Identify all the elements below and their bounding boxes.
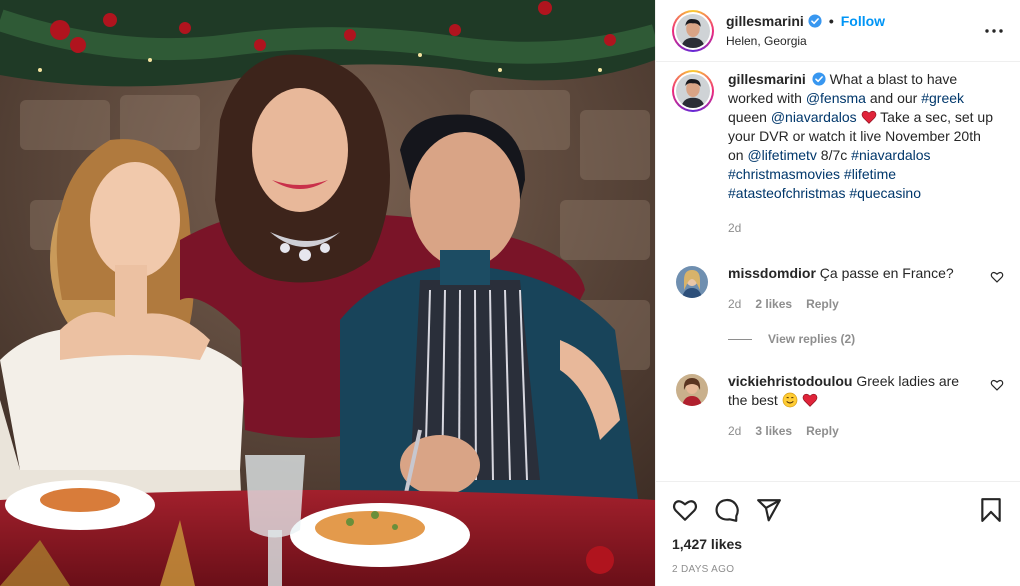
hashtag-atasteofchristmas[interactable]: #atasteofchristmas (728, 185, 846, 201)
reply-button[interactable]: Reply (806, 295, 839, 314)
caption-text-2: and our (865, 90, 922, 106)
red-heart-emoji-icon (802, 393, 817, 407)
comment-item: vickiehristodoulou Greek ladies are the … (672, 372, 1004, 441)
verified-badge-icon (812, 72, 826, 86)
caption-avatar[interactable] (672, 70, 714, 112)
hashtag-niavardalos[interactable]: #niavardalos (851, 147, 930, 163)
comment-username[interactable]: missdomdior (728, 265, 816, 281)
mention-fensma[interactable]: @fensma (806, 90, 866, 106)
commenter-avatar[interactable] (676, 374, 708, 406)
post-date[interactable]: 2 DAYS AGO (672, 564, 1004, 575)
more-horizontal-icon (985, 28, 1003, 33)
post-side-panel: gillesmarini • Follow Helen, Georgia gil… (655, 0, 1020, 586)
caption-timestamp[interactable]: 2d (728, 219, 998, 238)
comment-likes[interactable]: 3 likes (755, 422, 792, 441)
action-icons (672, 492, 1004, 528)
hashtag-quecasino[interactable]: #quecasino (849, 185, 921, 201)
comment-body: missdomdior Ça passe en France? 2d 2 lik… (728, 264, 978, 314)
comment-body: vickiehristodoulou Greek ladies are the … (728, 372, 978, 441)
follow-button[interactable]: Follow (841, 12, 885, 30)
view-replies-button[interactable]: View replies (2) (728, 332, 1004, 346)
view-replies-label: View replies (2) (768, 332, 856, 346)
comment-username[interactable]: vickiehristodoulou (728, 373, 852, 389)
comment-meta: 2d 2 likes Reply (728, 295, 978, 314)
post-location[interactable]: Helen, Georgia (726, 32, 982, 50)
hashtag-christmasmovies[interactable]: #christmasmovies (728, 166, 840, 182)
post-photo-illustration (0, 0, 655, 586)
comment-item: missdomdior Ça passe en France? 2d 2 lik… (672, 264, 1004, 314)
heart-icon[interactable] (672, 497, 698, 523)
comment-timestamp[interactable]: 2d (728, 295, 741, 314)
mention-lifetimetv[interactable]: @lifetimetv (747, 147, 816, 163)
instagram-post: gillesmarini • Follow Helen, Georgia gil… (0, 0, 1020, 586)
mention-niavardalos[interactable]: @niavardalos (771, 109, 857, 125)
header-text: gillesmarini • Follow Helen, Georgia (726, 12, 982, 50)
post-actions: 1,427 likes 2 DAYS AGO (656, 481, 1020, 586)
hashtag-greek[interactable]: #greek (921, 90, 964, 106)
comment-icon[interactable] (714, 497, 740, 523)
likes-count[interactable]: 1,427 likes (672, 536, 1004, 552)
comment-like-heart-icon[interactable] (990, 378, 1004, 392)
caption-avatar-image (676, 74, 710, 108)
caption-body: gillesmarini What a blast to have worked… (728, 70, 998, 238)
caption-text-5: 8/7c (816, 147, 852, 163)
comment-timestamp[interactable]: 2d (728, 422, 741, 441)
paper-plane-icon[interactable] (756, 497, 782, 523)
caption-username[interactable]: gillesmarini (728, 71, 806, 87)
comment-meta: 2d 3 likes Reply (728, 422, 978, 441)
comment-text: Ça passe en France? (819, 265, 954, 281)
bookmark-icon[interactable] (978, 497, 1004, 523)
post-photo[interactable] (0, 0, 655, 586)
author-username[interactable]: gillesmarini (726, 12, 804, 30)
more-options-button[interactable] (982, 19, 1006, 43)
caption: gillesmarini What a blast to have worked… (672, 70, 1004, 238)
author-avatar[interactable] (672, 9, 714, 52)
comment-likes[interactable]: 2 likes (755, 295, 792, 314)
author-avatar-image (676, 13, 710, 48)
reply-button[interactable]: Reply (806, 422, 839, 441)
verified-badge-icon (808, 13, 822, 28)
hashtag-lifetime[interactable]: #lifetime (844, 166, 896, 182)
replies-divider-line (728, 338, 752, 340)
caption-text-3: queen (728, 109, 771, 125)
post-header: gillesmarini • Follow Helen, Georgia (656, 0, 1020, 62)
red-heart-emoji-icon (861, 110, 876, 124)
commenter-avatar[interactable] (676, 266, 708, 298)
separator-dot: • (828, 12, 834, 29)
smiling-face-emoji-icon (782, 392, 798, 408)
comments-list: gillesmarini What a blast to have worked… (656, 62, 1020, 481)
comment-like-heart-icon[interactable] (990, 270, 1004, 284)
